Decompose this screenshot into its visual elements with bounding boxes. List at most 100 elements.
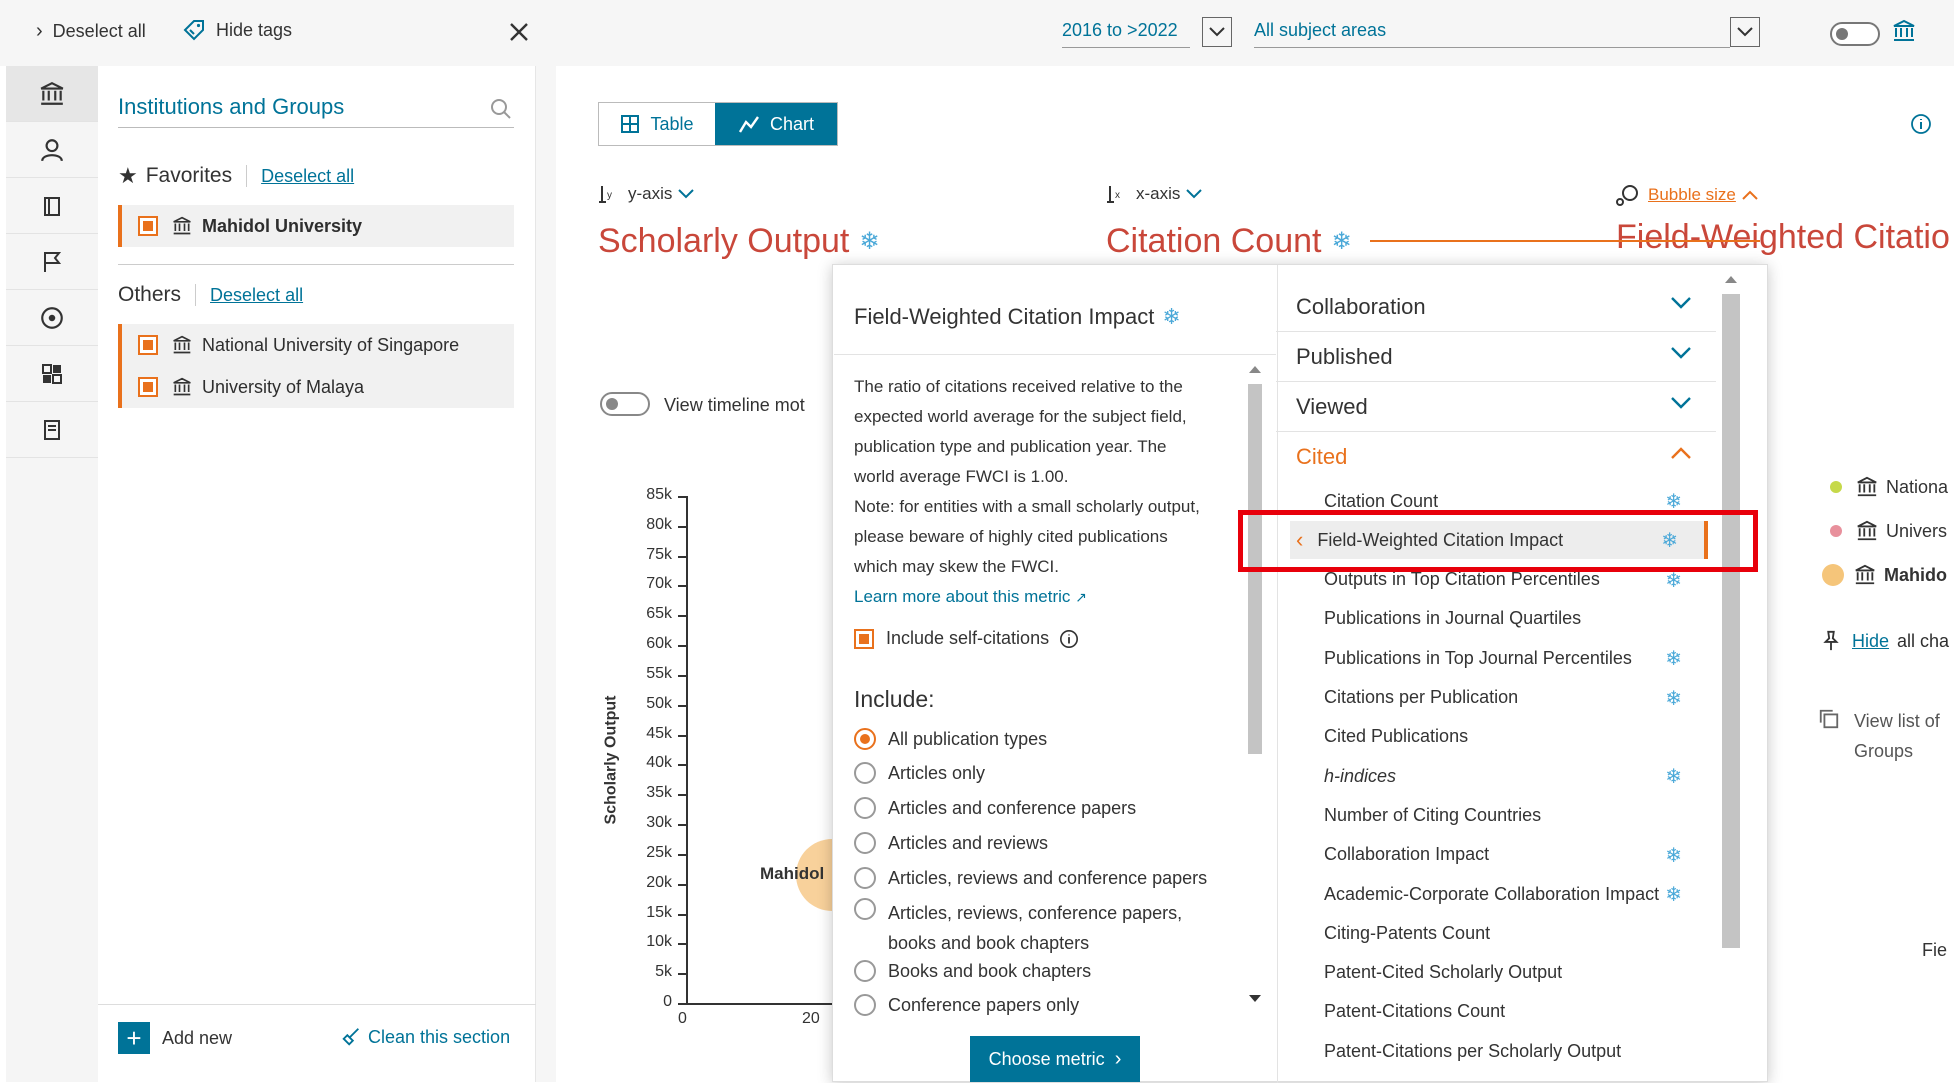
metric-item[interactable]: Publications in Journal Quartiles (1324, 600, 1716, 638)
info-icon[interactable] (1059, 629, 1079, 649)
radio-articles-reviews-conference[interactable]: Articles, reviews and conference papers (854, 867, 1207, 889)
sidebar-item-topics[interactable] (6, 290, 98, 346)
metric-item[interactable]: Publications in Top Journal Percentiles ❄ (1324, 639, 1716, 677)
document-icon (44, 419, 60, 440)
x-axis-selector[interactable]: x x-axis (1106, 184, 1203, 204)
radio-conference-papers-only[interactable]: Conference papers only (854, 994, 1079, 1016)
radio-button[interactable] (854, 762, 876, 784)
subject-areas-select[interactable]: All subject areas (1254, 20, 1730, 48)
scroll-down-icon[interactable] (1244, 992, 1266, 1006)
clean-section-button[interactable]: Clean this section (340, 1026, 510, 1048)
sidebar-item-reports[interactable] (6, 402, 98, 458)
broom-icon (342, 1028, 359, 1046)
view-toggle-switch[interactable] (1830, 22, 1880, 46)
year-range-select[interactable]: 2016 to >2022 (1062, 20, 1190, 48)
category-cited[interactable]: Cited (1276, 432, 1716, 482)
sidebar-item-countries[interactable] (6, 234, 98, 290)
self-citations-checkbox-row[interactable]: Include self-citations (854, 628, 1079, 649)
self-citations-checkbox[interactable] (854, 628, 874, 649)
legend-dot (1830, 525, 1842, 537)
close-icon[interactable] (508, 21, 530, 43)
entity-sidebar (6, 66, 98, 1082)
radio-articles-reviews-conference-books[interactable]: Articles, reviews, conference papers, boo… (854, 898, 1182, 958)
chevron-right-icon: › (1114, 1047, 1122, 1070)
other-checkbox[interactable] (138, 377, 158, 397)
sidebar-item-institutions[interactable] (6, 66, 98, 122)
bubble-size-selector[interactable]: Bubble size (1616, 184, 1758, 206)
y-tick-label: 5k (655, 963, 672, 981)
x-axis-metric[interactable]: Citation Count ❄ (1106, 222, 1352, 261)
metric-item[interactable]: Cited Publications (1324, 718, 1716, 756)
radio-articles-only[interactable]: Articles only (854, 762, 985, 784)
y-tick-mark (678, 585, 686, 588)
metric-item[interactable]: Patent-Citations Count (1324, 993, 1716, 1031)
category-collaboration[interactable]: Collaboration (1276, 282, 1716, 332)
radio-button[interactable] (854, 797, 876, 819)
others-deselect-all-link[interactable]: Deselect all (210, 285, 303, 306)
search-icon[interactable] (490, 98, 512, 120)
y-tick-mark (678, 764, 686, 767)
metric-item[interactable]: Collaboration Impact ❄ (1324, 836, 1716, 874)
metrics-scrollbar[interactable] (1718, 268, 1744, 1078)
radio-button[interactable] (854, 728, 876, 750)
sidebar-item-dashboards[interactable] (6, 346, 98, 402)
radio-button[interactable] (854, 960, 876, 982)
institution-icon[interactable] (1892, 19, 1916, 43)
radio-button[interactable] (854, 898, 876, 920)
radio-articles-conference[interactable]: Articles and conference papers (854, 797, 1136, 819)
hide-link[interactable]: Hide (1852, 631, 1889, 652)
bubble-size-metric[interactable]: Field-Weighted Citatio (1616, 218, 1954, 257)
y-axis-metric[interactable]: Scholarly Output ❄ (598, 222, 879, 261)
radio-all-publication-types[interactable]: All publication types (854, 728, 1047, 750)
metric-item[interactable]: Citations per Publication ❄ (1324, 679, 1716, 717)
y-tick-mark (678, 973, 686, 976)
timeline-toggle-switch[interactable] (600, 392, 650, 416)
legend-item[interactable]: Mahido (1822, 564, 1947, 586)
favorite-checkbox[interactable] (138, 216, 158, 236)
metric-item[interactable]: Patent-Citations per Scholarly Output (1324, 1032, 1716, 1070)
radio-button[interactable] (854, 832, 876, 854)
subject-areas-dropdown-button[interactable] (1730, 17, 1760, 47)
tab-table[interactable]: Table (599, 103, 715, 145)
metric-item[interactable]: Citing-Patents Count (1324, 914, 1716, 952)
view-list-link[interactable]: View list of Groups (1818, 706, 1940, 766)
metric-item[interactable]: Number of Citing Countries (1324, 796, 1716, 834)
scrollbar-thumb[interactable] (1722, 294, 1740, 948)
scroll-up-icon[interactable] (1718, 272, 1744, 286)
institution-name: Mahidol University (202, 215, 363, 236)
legend-item[interactable]: Univers (1830, 520, 1947, 542)
favorites-deselect-all-link[interactable]: Deselect all (261, 166, 354, 187)
list-item-favorite[interactable]: Mahidol University (118, 205, 514, 247)
tab-chart[interactable]: Chart (715, 103, 837, 145)
y-axis-icon: y (599, 186, 612, 203)
deselect-all-button[interactable]: › Deselect all (36, 20, 146, 43)
add-new-button[interactable]: + Add new (118, 1022, 232, 1054)
list-item-other[interactable]: University of Malaya (122, 377, 364, 398)
radio-articles-reviews[interactable]: Articles and reviews (854, 832, 1048, 854)
svg-text:y: y (607, 190, 612, 201)
sidebar-item-publications[interactable] (6, 178, 98, 234)
detail-scrollbar[interactable] (1244, 362, 1266, 1012)
choose-metric-button[interactable]: Choose metric › (970, 1036, 1140, 1082)
category-published[interactable]: Published (1276, 332, 1716, 382)
hide-tags-button[interactable]: Hide tags (182, 18, 292, 42)
y-axis-selector[interactable]: y y-axis (598, 184, 695, 204)
category-viewed[interactable]: Viewed (1276, 382, 1716, 432)
radio-books-chapters[interactable]: Books and book chapters (854, 960, 1091, 982)
radio-button[interactable] (854, 994, 876, 1016)
year-range-dropdown-button[interactable] (1202, 17, 1232, 47)
y-tick-mark (678, 1003, 686, 1005)
metric-item[interactable]: Patent-Cited Scholarly Output (1324, 954, 1716, 992)
info-icon[interactable] (1910, 113, 1932, 135)
learn-more-link[interactable]: Learn more about this metric ↗ (854, 582, 1234, 612)
legend-item[interactable]: Nationa (1830, 476, 1948, 498)
other-checkbox[interactable] (138, 335, 158, 355)
metric-item[interactable]: h-indices ❄ (1324, 757, 1716, 795)
y-tick-mark (678, 734, 686, 737)
metric-item[interactable]: Academic-Corporate Collaboration Impact ❄ (1324, 875, 1716, 913)
radio-button[interactable] (854, 867, 876, 889)
sidebar-item-researchers[interactable] (6, 122, 98, 178)
divider (118, 264, 514, 265)
list-item-other[interactable]: National University of Singapore (122, 335, 459, 356)
scroll-up-icon[interactable] (1244, 362, 1266, 376)
